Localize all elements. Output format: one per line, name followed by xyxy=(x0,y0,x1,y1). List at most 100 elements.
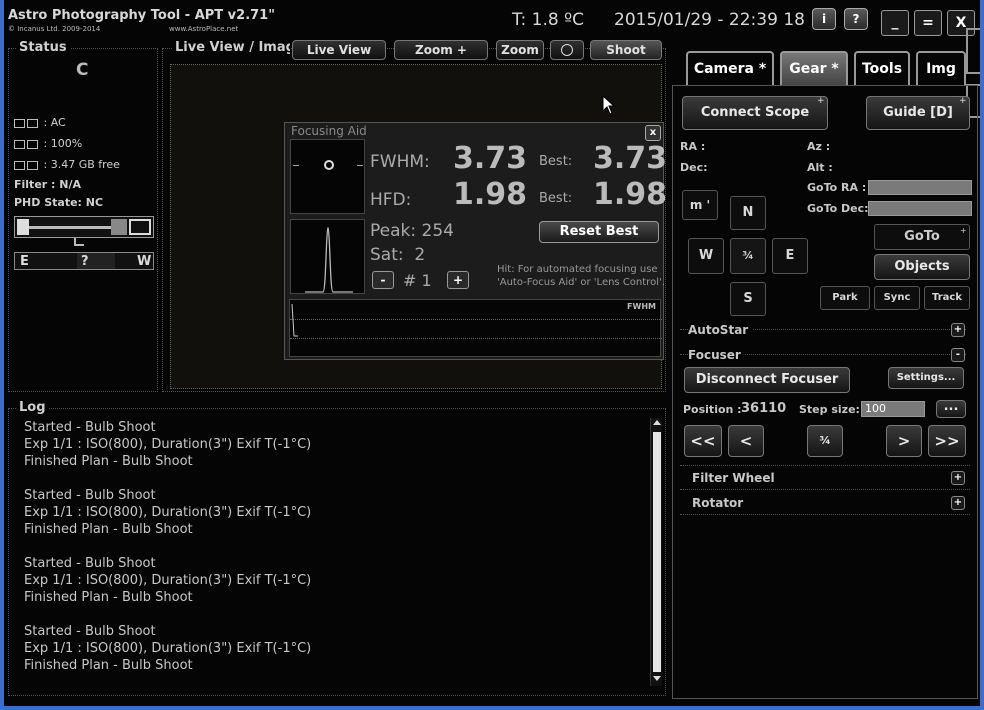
log-title: Log xyxy=(16,400,49,415)
camera-icon xyxy=(14,139,25,149)
log-line: Finished Plan - Bulb Shoot xyxy=(24,658,193,673)
shoot-button[interactable]: Shoot xyxy=(590,40,662,60)
compass-west: W xyxy=(137,254,152,269)
website: www.AstroPlace.net xyxy=(169,25,239,33)
step-size-label: Step size: xyxy=(799,403,860,416)
counter-minus-button[interactable]: - xyxy=(372,271,394,289)
temperature-readout: T: 1.8 ºC xyxy=(512,10,584,30)
fwhm-value: 3.73 xyxy=(453,141,528,176)
ra-label: RA : xyxy=(680,140,706,153)
step-size-more-button[interactable]: ... xyxy=(936,400,966,418)
az-label: Az : xyxy=(807,140,831,153)
objects-button[interactable]: Objects xyxy=(874,254,970,280)
focus-fast-in-button[interactable]: << xyxy=(684,425,722,457)
goto-button[interactable]: GoTo xyxy=(874,224,970,250)
filter-status: Filter : N/A xyxy=(14,178,81,191)
log-line: Started - Bulb Shoot xyxy=(24,420,156,435)
focusing-aid-window: Focusing Aid x FWHM: 3.73 Best: 3.73 HFD… xyxy=(284,122,667,360)
filter-wheel-header[interactable]: Filter Wheel xyxy=(692,471,775,485)
focus-stop-button[interactable]: ¾ xyxy=(807,425,843,457)
focus-in-button[interactable]: < xyxy=(728,425,764,457)
history-line-icon xyxy=(291,303,298,337)
disconnect-focuser-button[interactable]: Disconnect Focuser xyxy=(684,367,850,393)
battery-icon xyxy=(27,118,38,128)
minimize-button[interactable]: _ xyxy=(881,10,909,36)
scroll-thumb[interactable] xyxy=(653,432,661,672)
power-row: : AC xyxy=(14,116,66,129)
goto-ra-input[interactable] xyxy=(868,180,972,195)
reset-best-button[interactable]: Reset Best xyxy=(539,221,659,243)
focus-fast-out-button[interactable]: >> xyxy=(928,425,966,457)
tab-camera[interactable]: Camera * xyxy=(686,51,774,85)
slew-rate-button[interactable]: m ' xyxy=(682,190,718,220)
guide-button[interactable]: Guide [D] xyxy=(866,96,970,130)
zoom-out-button[interactable]: Zoom - xyxy=(496,40,544,75)
datetime-readout: 2015/01/29 - 22:39 18 xyxy=(614,10,805,30)
rotator-expand-button[interactable]: + xyxy=(951,496,965,510)
fwhm-history-graph: FWHM xyxy=(289,299,662,357)
track-button[interactable]: Track xyxy=(924,286,970,310)
info-button[interactable]: i xyxy=(812,8,836,30)
goto-dec-input[interactable] xyxy=(868,201,972,216)
mouse-cursor-icon xyxy=(602,95,616,115)
log-line: Exp 1/1 : ISO(800), Duration(3") Exif T(… xyxy=(24,437,312,452)
tab-img[interactable]: Img xyxy=(916,51,966,85)
maximize-button[interactable]: = xyxy=(914,10,942,36)
south-button[interactable]: S xyxy=(730,282,766,316)
north-button[interactable]: N xyxy=(730,196,766,230)
zoom-in-button[interactable]: Zoom + xyxy=(394,40,488,60)
stop-button[interactable]: ¾ xyxy=(730,238,766,274)
star-profile-graph xyxy=(290,219,365,294)
position-value: 36110 xyxy=(741,401,787,416)
liveview-title: Live View / Imag xyxy=(172,40,290,55)
log-line: Started - Bulb Shoot xyxy=(24,556,156,571)
position-label: Position : xyxy=(683,403,742,416)
hfd-value: 1.98 xyxy=(453,177,528,212)
log-line: Started - Bulb Shoot xyxy=(24,624,156,639)
fwhm-best-label: Best: xyxy=(539,154,573,169)
tab-tools[interactable]: Tools xyxy=(854,51,910,85)
log-list: Started - Bulb Shoot Exp 1/1 : ISO(800), … xyxy=(24,419,644,691)
park-button[interactable]: Park xyxy=(820,286,870,310)
log-scrollbar[interactable] xyxy=(650,418,662,686)
west-button[interactable]: W xyxy=(688,238,724,274)
sync-button[interactable]: Sync xyxy=(874,286,920,310)
guide-plus: + xyxy=(959,96,967,106)
tab-gear[interactable]: Gear * xyxy=(780,51,848,85)
autostar-expand-button[interactable]: + xyxy=(951,323,965,337)
crosshair-button[interactable] xyxy=(550,40,584,60)
connect-scope-button[interactable]: Connect Scope xyxy=(682,96,828,130)
east-button[interactable]: E xyxy=(772,238,808,274)
focuser-collapse-button[interactable]: - xyxy=(951,348,965,362)
scroll-up-icon[interactable] xyxy=(653,420,661,425)
focus-out-button[interactable]: > xyxy=(886,425,922,457)
autostar-header[interactable]: AutoStar xyxy=(688,323,753,337)
counter-plus-button[interactable]: + xyxy=(447,271,469,289)
step-size-input[interactable]: 100 xyxy=(861,401,925,417)
hfd-label: HFD: xyxy=(370,190,412,210)
help-button[interactable]: ? xyxy=(844,8,868,30)
plug-icon xyxy=(14,118,25,128)
app-window: Astro Photography Tool - APT v2.71" © In… xyxy=(0,0,984,710)
log-line: Exp 1/1 : ISO(800), Duration(3") Exif T(… xyxy=(24,641,312,656)
slider-marker xyxy=(74,238,84,246)
goto-plus: + xyxy=(960,226,967,235)
copyright: © Incanus Ltd. 2009-2014 xyxy=(8,25,101,33)
disk-icon xyxy=(27,160,38,170)
focuser-settings-button[interactable]: Settings... xyxy=(888,367,964,389)
log-line: Finished Plan - Bulb Shoot xyxy=(24,454,193,469)
storage-row: : 3.47 GB free xyxy=(14,158,120,171)
crosshair-icon xyxy=(561,44,573,56)
focusing-aid-close-button[interactable]: x xyxy=(645,125,661,141)
focuser-header[interactable]: Focuser xyxy=(688,348,745,362)
scroll-down-icon[interactable] xyxy=(653,676,661,681)
log-line: Started - Bulb Shoot xyxy=(24,488,156,503)
compass-unknown: ? xyxy=(81,254,89,269)
rotator-header[interactable]: Rotator xyxy=(692,496,743,510)
storage-value: : 3.47 GB free xyxy=(43,158,120,171)
live-view-button[interactable]: Live View xyxy=(292,40,386,60)
connection-letter: C xyxy=(76,60,89,80)
filter-wheel-expand-button[interactable]: + xyxy=(951,471,965,485)
app-title: Astro Photography Tool - APT v2.71" xyxy=(8,8,276,23)
